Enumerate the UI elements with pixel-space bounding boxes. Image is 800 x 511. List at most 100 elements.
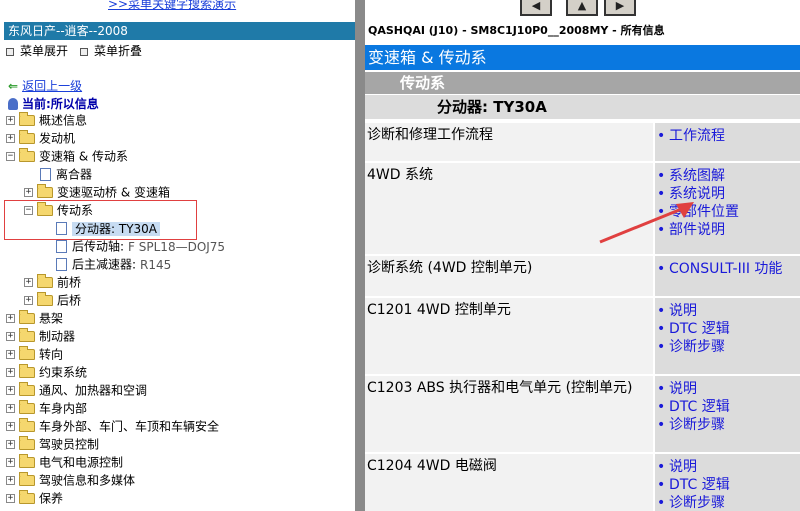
link-description[interactable]: 说明 xyxy=(655,458,800,476)
tree-item-front-axle[interactable]: + 前桥 xyxy=(24,273,81,291)
row-links: 说明 DTC 逻辑 诊断步骤 xyxy=(655,454,800,511)
link-description[interactable]: 说明 xyxy=(655,302,800,320)
expand-toggle-icon[interactable]: + xyxy=(24,188,33,197)
folder-icon xyxy=(19,418,35,432)
row-label: C1204 4WD 电磁阀 xyxy=(365,454,653,511)
folder-icon xyxy=(19,490,35,504)
folder-icon xyxy=(37,184,53,198)
folder-icon xyxy=(37,274,53,288)
row-links: 说明 DTC 逻辑 诊断步骤 xyxy=(655,298,800,374)
table-row: C1201 4WD 控制单元 说明 DTC 逻辑 诊断步骤 xyxy=(365,296,800,374)
expand-toggle-icon[interactable]: + xyxy=(6,458,15,467)
top-toolbar: >>菜单关键字搜索演示 ◀ ▲ ▶ xyxy=(0,0,800,18)
expand-toggle-icon[interactable]: + xyxy=(6,350,15,359)
tree-item-body-exterior[interactable]: + 车身外部、车门、车顶和车辆安全 xyxy=(6,417,219,435)
tree-item-electrical[interactable]: + 电气和电源控制 xyxy=(6,453,123,471)
link-diagnosis-procedure[interactable]: 诊断步骤 xyxy=(655,416,800,434)
expand-all-button[interactable]: 菜单展开 xyxy=(6,42,68,59)
link-consult-iii[interactable]: CONSULT-III 功能 xyxy=(655,260,800,278)
row-label: C1203 ABS 执行器和电气单元 (控制单元) xyxy=(365,376,653,452)
row-label: 诊断系统 (4WD 控制单元) xyxy=(365,256,653,296)
row-links: 说明 DTC 逻辑 诊断步骤 xyxy=(655,376,800,452)
home-icon: ▲ xyxy=(577,0,587,12)
collapse-icon xyxy=(80,47,88,56)
page-title: 变速箱 & 传动系 xyxy=(365,45,800,70)
folder-icon xyxy=(19,346,35,360)
folder-icon xyxy=(19,400,35,414)
link-diagnosis-procedure[interactable]: 诊断步骤 xyxy=(655,338,800,356)
expand-toggle-icon[interactable]: + xyxy=(6,386,15,395)
link-dtc-logic[interactable]: DTC 逻辑 xyxy=(655,398,800,416)
folder-icon xyxy=(19,130,35,144)
link-dtc-logic[interactable]: DTC 逻辑 xyxy=(655,476,800,494)
nav-home-button[interactable]: ▲ xyxy=(566,0,598,16)
document-icon xyxy=(56,258,67,271)
tree-item-engine[interactable]: + 发动机 xyxy=(6,129,75,147)
link-description[interactable]: 说明 xyxy=(655,380,800,398)
arrow-left-icon: ◀ xyxy=(531,0,541,12)
folder-open-icon xyxy=(19,148,35,162)
collapse-toggle-icon[interactable]: − xyxy=(6,152,15,161)
table-row: 诊断系统 (4WD 控制单元) CONSULT-III 功能 xyxy=(365,254,800,296)
expand-icon xyxy=(6,47,14,56)
tree-item-restraint[interactable]: + 约束系统 xyxy=(6,363,87,381)
link-workflow[interactable]: 工作流程 xyxy=(655,127,800,145)
link-system-diagram[interactable]: 系统图解 xyxy=(655,167,800,185)
tree-item-multimedia[interactable]: + 驾驶信息和多媒体 xyxy=(6,471,135,489)
tree-item-rear-axle[interactable]: + 后桥 xyxy=(24,291,81,309)
tree-item-body-interior[interactable]: + 车身内部 xyxy=(6,399,87,417)
folder-icon xyxy=(19,310,35,324)
vehicle-title: 东风日产--逍客--2008 xyxy=(4,22,355,40)
expand-toggle-icon[interactable]: + xyxy=(6,116,15,125)
row-links: CONSULT-III 功能 xyxy=(655,256,800,296)
row-label: C1201 4WD 控制单元 xyxy=(365,298,653,374)
pane-splitter[interactable] xyxy=(355,0,365,511)
arrow-right-icon: ▶ xyxy=(615,0,625,12)
back-arrow-icon: ⇐ xyxy=(8,79,19,93)
tree-item-rear-final-drive[interactable]: 后主减速器: R145 xyxy=(56,255,171,273)
folder-icon xyxy=(19,328,35,342)
nav-forward-button[interactable]: ▶ xyxy=(604,0,636,16)
expand-toggle-icon[interactable]: + xyxy=(24,296,33,305)
expand-toggle-icon[interactable]: + xyxy=(6,476,15,485)
tree-item-maintenance[interactable]: + 保养 xyxy=(6,489,63,507)
expand-toggle-icon[interactable]: + xyxy=(6,422,15,431)
link-dtc-logic[interactable]: DTC 逻辑 xyxy=(655,320,800,338)
tree-item-transaxle[interactable]: + 变速驱动桥 & 变速箱 xyxy=(24,183,170,201)
document-icon xyxy=(40,168,51,181)
table-row: C1203 ABS 执行器和电气单元 (控制单元) 说明 DTC 逻辑 诊断步骤 xyxy=(365,374,800,452)
tree-item-suspension[interactable]: + 悬架 xyxy=(6,309,63,327)
expand-toggle-icon[interactable]: + xyxy=(6,404,15,413)
tree-item-overview[interactable]: + 概述信息 xyxy=(6,111,87,129)
tree-item-hvac[interactable]: + 通风、加热器和空调 xyxy=(6,381,147,399)
document-icon xyxy=(56,240,67,253)
collapse-all-button[interactable]: 菜单折叠 xyxy=(80,42,142,59)
back-link[interactable]: ⇐ 返回上一级 xyxy=(8,77,82,94)
tree-item-steering[interactable]: + 转向 xyxy=(6,345,63,363)
expand-toggle-icon[interactable]: + xyxy=(24,278,33,287)
nav-back-button[interactable]: ◀ xyxy=(520,0,552,16)
annotation-arrow-icon xyxy=(599,202,694,244)
expand-toggle-icon[interactable]: + xyxy=(6,332,15,341)
folder-icon xyxy=(19,454,35,468)
link-diagnosis-procedure[interactable]: 诊断步骤 xyxy=(655,494,800,511)
tree-item-transmission-driveline[interactable]: − 变速箱 & 传动系 xyxy=(6,147,128,165)
left-menu-pane: 东风日产--逍客--2008 菜单展开 菜单折叠 ⇐ 返回上一级 当前:所以信息 … xyxy=(0,18,355,511)
expand-toggle-icon[interactable]: + xyxy=(6,494,15,503)
expand-toggle-icon[interactable]: + xyxy=(6,440,15,449)
section-heading: 分动器: TY30A xyxy=(365,95,800,119)
highlight-box xyxy=(4,200,197,240)
expand-toggle-icon[interactable]: + xyxy=(6,368,15,377)
table-row: 诊断和修理工作流程 工作流程 xyxy=(365,121,800,161)
expand-toggle-icon[interactable]: + xyxy=(6,314,15,323)
location-pin-icon xyxy=(8,98,18,110)
folder-icon xyxy=(37,292,53,306)
search-demo-link[interactable]: >>菜单关键字搜索演示 xyxy=(108,0,236,12)
tree-item-driver-controls[interactable]: + 驾驶员控制 xyxy=(6,435,99,453)
tree-item-clutch[interactable]: 离合器 xyxy=(40,165,92,183)
current-location: 当前:所以信息 xyxy=(8,95,99,112)
tree-item-brakes[interactable]: + 制动器 xyxy=(6,327,75,345)
row-links: 工作流程 xyxy=(655,123,800,161)
page-subtitle: 传动系 xyxy=(365,72,800,94)
expand-toggle-icon[interactable]: + xyxy=(6,134,15,143)
